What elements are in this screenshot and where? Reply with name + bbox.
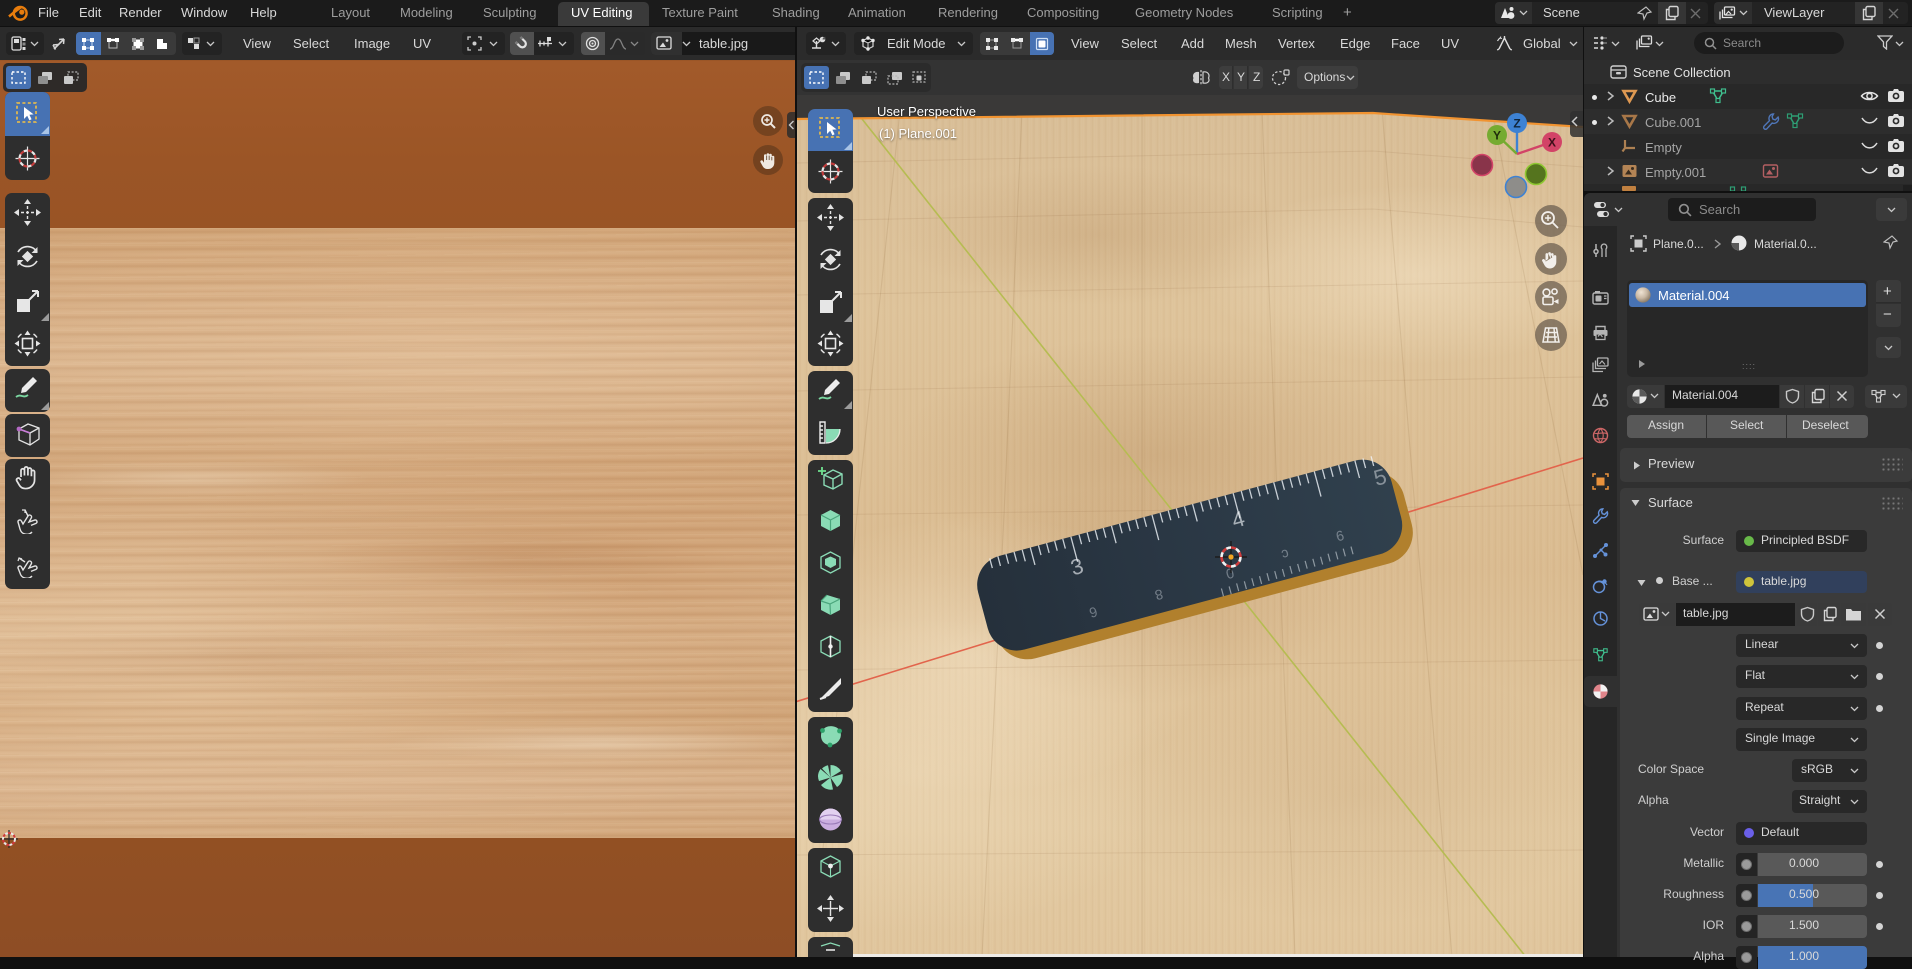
svg-text:Z: Z [1513,117,1520,131]
svg-text:X: X [1548,136,1556,150]
svg-text:Y: Y [1493,129,1501,143]
